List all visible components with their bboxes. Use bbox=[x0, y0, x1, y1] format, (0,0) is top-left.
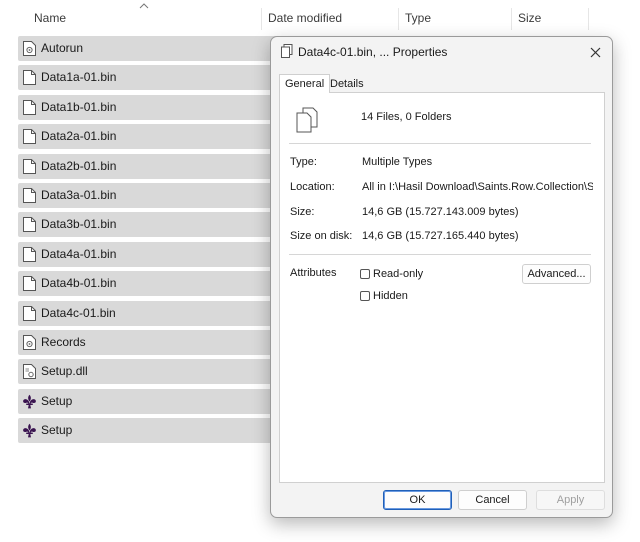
sort-ascending-icon bbox=[139, 3, 149, 9]
checkbox-box[interactable] bbox=[360, 291, 370, 301]
close-button[interactable] bbox=[584, 41, 606, 63]
size-label: Size: bbox=[290, 206, 315, 218]
file-name: Setup.dll bbox=[41, 364, 88, 379]
attributes-label: Attributes bbox=[290, 267, 337, 279]
checkbox-box[interactable] bbox=[360, 269, 370, 279]
file-icon bbox=[23, 276, 36, 292]
divider bbox=[289, 254, 591, 255]
file-row[interactable]: Data3a-01.bin bbox=[18, 182, 278, 208]
file-icon bbox=[23, 217, 36, 233]
column-date-modified[interactable]: Date modified bbox=[268, 0, 342, 36]
settings-file-icon bbox=[23, 334, 36, 350]
column-type[interactable]: Type bbox=[405, 0, 431, 36]
fleur-de-lis-icon bbox=[22, 423, 37, 438]
file-row[interactable]: Autorun bbox=[18, 36, 278, 61]
settings-file-icon bbox=[23, 41, 36, 56]
ok-button[interactable]: OK bbox=[383, 490, 452, 510]
type-label: Type: bbox=[290, 156, 317, 168]
file-name: Data4c-01.bin bbox=[41, 305, 116, 320]
location-label: Location: bbox=[290, 181, 335, 193]
files-icon bbox=[281, 44, 293, 58]
close-icon bbox=[590, 47, 600, 57]
size-on-disk-label: Size on disk: bbox=[290, 230, 353, 242]
advanced-button[interactable]: Advanced... bbox=[522, 264, 591, 284]
file-name: Data2b-01.bin bbox=[41, 158, 117, 173]
file-name: Setup bbox=[41, 393, 73, 408]
size-value: 14,6 GB (15.727.143.009 bytes) bbox=[362, 206, 519, 218]
column-separator[interactable] bbox=[511, 8, 512, 30]
file-name: Data1a-01.bin bbox=[41, 70, 117, 85]
column-separator[interactable] bbox=[398, 8, 399, 30]
file-row[interactable]: Setup bbox=[18, 418, 278, 444]
file-row[interactable]: Data4a-01.bin bbox=[18, 241, 278, 267]
size-on-disk-value: 14,6 GB (15.727.165.440 bytes) bbox=[362, 230, 519, 242]
file-icon bbox=[23, 246, 36, 262]
column-name[interactable]: Name bbox=[34, 0, 66, 36]
file-icon bbox=[23, 158, 36, 174]
general-panel: 14 Files, 0 Folders Type: Multiple Types… bbox=[279, 92, 605, 483]
file-icon bbox=[23, 305, 36, 321]
hidden-checkbox[interactable]: Hidden bbox=[360, 289, 408, 303]
file-name: Data1b-01.bin bbox=[41, 99, 117, 114]
file-name: Data3a-01.bin bbox=[41, 187, 117, 202]
file-row[interactable]: Setup bbox=[18, 388, 278, 414]
divider bbox=[289, 143, 591, 144]
properties-dialog: Data4c-01.bin, ... Properties General De… bbox=[270, 36, 613, 518]
file-name: Records bbox=[41, 334, 86, 349]
file-name: Data2a-01.bin bbox=[41, 129, 117, 144]
tab-general[interactable]: General bbox=[279, 74, 331, 93]
location-value: All in I:\Hasil Download\Saints.Row.Coll… bbox=[362, 181, 593, 193]
dialog-title: Data4c-01.bin, ... Properties bbox=[298, 45, 448, 59]
file-name: Autorun bbox=[41, 41, 84, 55]
file-icon bbox=[23, 129, 36, 145]
file-row[interactable]: Data3b-01.bin bbox=[18, 212, 278, 238]
file-row[interactable]: Data1b-01.bin bbox=[18, 94, 278, 120]
dll-file-icon bbox=[23, 364, 36, 380]
multiple-files-icon bbox=[296, 107, 318, 133]
readonly-label: Read-only bbox=[373, 268, 424, 280]
file-row[interactable]: Setup.dll bbox=[18, 359, 278, 385]
file-row[interactable]: Data1a-01.bin bbox=[18, 65, 278, 91]
file-name: Data3b-01.bin bbox=[41, 217, 117, 232]
column-separator[interactable] bbox=[588, 8, 589, 30]
file-icon bbox=[23, 99, 36, 115]
selection-summary: 14 Files, 0 Folders bbox=[361, 111, 452, 123]
file-name: Data4b-01.bin bbox=[41, 276, 117, 291]
tab-details[interactable]: Details bbox=[324, 74, 370, 94]
file-row[interactable]: Data2a-01.bin bbox=[18, 124, 278, 150]
cancel-button[interactable]: Cancel bbox=[458, 490, 527, 510]
apply-button[interactable]: Apply bbox=[536, 490, 605, 510]
file-row[interactable]: Records bbox=[18, 329, 278, 355]
file-icon bbox=[23, 70, 36, 86]
file-row[interactable]: Data2b-01.bin bbox=[18, 153, 278, 179]
column-separator[interactable] bbox=[261, 8, 262, 30]
file-name: Setup bbox=[41, 423, 73, 438]
file-name: Data4a-01.bin bbox=[41, 246, 117, 261]
readonly-checkbox[interactable]: Read-only bbox=[360, 267, 423, 281]
column-header: Name Date modified Type Size bbox=[0, 0, 640, 36]
fleur-de-lis-icon bbox=[22, 394, 37, 409]
file-row[interactable]: Data4c-01.bin bbox=[18, 300, 278, 326]
hidden-label: Hidden bbox=[373, 290, 408, 302]
type-value: Multiple Types bbox=[362, 156, 433, 168]
file-icon bbox=[23, 187, 36, 203]
file-row[interactable]: Data4b-01.bin bbox=[18, 271, 278, 297]
file-list: Autorun Data1a-01.bin Data1b-01.bin Data… bbox=[18, 36, 278, 447]
column-size[interactable]: Size bbox=[518, 0, 541, 36]
